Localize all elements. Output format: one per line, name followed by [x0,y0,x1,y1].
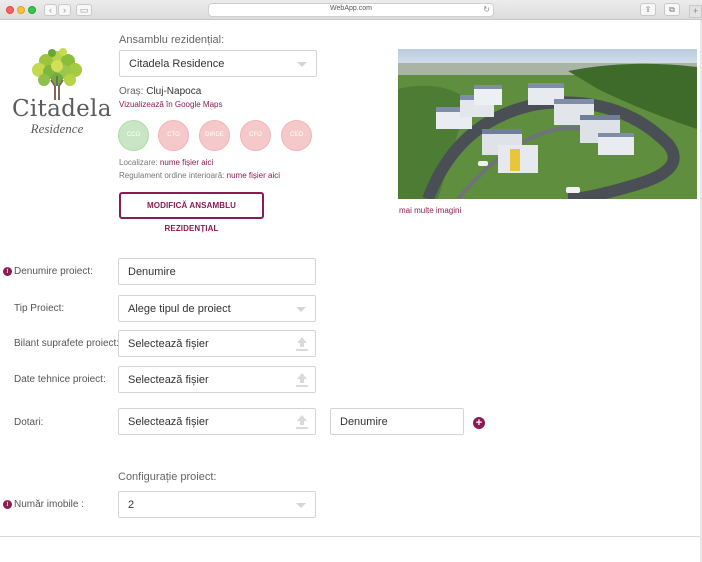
ensemble-select-value: Citadela Residence [129,58,225,70]
project-name-label: Denumire proiect: [14,266,93,277]
location-file-link[interactable]: nume fișier aici [160,158,213,167]
config-heading: Configurație proiect: [118,471,217,483]
brand-logo: Citadela Residence [12,44,112,138]
upload-icon[interactable] [295,414,309,430]
footer-divider [0,536,700,537]
project-type-label: Tip Proiect: [14,303,65,314]
brand-name: Citadela [12,96,112,122]
share-icon[interactable]: ⇪ [640,3,656,16]
back-button[interactable]: ‹ [44,4,57,16]
address-bar[interactable]: WebApp.com ↻ [208,3,494,17]
buildings-count-value: 2 [128,499,135,511]
info-icon[interactable]: i [3,267,12,276]
energy-badge-cto: CTO [158,120,189,151]
chevron-down-icon [296,307,306,312]
tree-logo-icon [32,48,82,100]
upload-icon[interactable] [295,372,309,388]
more-images-link[interactable]: mai multe imagini [399,206,461,215]
energy-badge-ceo: CEO [281,120,312,151]
google-maps-link[interactable]: Vizualizează în Google Maps [119,100,222,109]
project-type-select[interactable]: Alege tipul de proiect [118,295,316,322]
new-tab-button[interactable]: + [689,5,702,18]
energy-badge-cco: CCO [118,120,149,151]
energy-badge-dirde: DIRDE [199,120,230,151]
browser-toolbar: ‹ › ▭ WebApp.com ↻ ⇪ ⧉ + [0,0,702,20]
sidebar-toggle-icon[interactable]: ▭ [76,4,92,16]
project-name-placeholder: Denumire [128,266,176,278]
surface-balance-file-input[interactable]: Selectează fișier [118,330,316,357]
reload-icon[interactable]: ↻ [483,5,490,14]
energy-badge-cfo: CFO [240,120,271,151]
buildings-count-label: Număr imobile : [14,499,85,510]
city-label: Oraș: [119,86,144,97]
zoom-window-button[interactable] [28,6,36,14]
chevron-down-icon [296,503,306,508]
surface-balance-label: Bilant suprafete proiect: [14,338,120,349]
amenities-label: Dotari: [14,417,44,428]
close-window-button[interactable] [6,6,14,14]
location-line: Localizare: nume fișier aici [119,158,213,167]
tabs-overview-icon[interactable]: ⧉ [664,3,680,16]
residence-aerial-image [398,49,697,199]
rules-line: Regulament ordine interioară: nume fișie… [119,171,280,180]
tech-data-file-input[interactable]: Selectează fișier [118,366,316,393]
add-amenity-button[interactable]: + [473,417,485,429]
amenity-name-placeholder: Denumire [340,416,388,428]
amenity-name-input[interactable]: Denumire [330,408,464,435]
rules-label: Regulament ordine interioară: [119,171,225,180]
project-name-input[interactable]: Denumire [118,258,316,285]
info-icon[interactable]: i [3,500,12,509]
city-value: Cluj-Napoca [146,86,202,97]
location-label: Localizare: [119,158,158,167]
address-url: WebApp.com [330,5,372,12]
rules-file-link[interactable]: nume fișier aici [227,171,280,180]
buildings-count-select[interactable]: 2 [118,491,316,518]
forward-button[interactable]: › [58,4,71,16]
ensemble-photo[interactable] [398,49,697,199]
amenities-file-value: Selectează fișier [128,416,209,428]
chevron-down-icon [297,62,307,67]
tech-data-label: Date tehnice proiect: [14,374,106,385]
modify-ensemble-button[interactable]: MODIFICĂ ANSAMBLU REZIDENȚIAL [119,192,264,233]
minimize-window-button[interactable] [17,6,25,14]
brand-subtitle: Residence [30,121,84,136]
upload-icon[interactable] [295,336,309,352]
surface-balance-value: Selectează fișier [128,338,209,350]
ensemble-select[interactable]: Citadela Residence [119,50,317,77]
ensemble-label: Ansamblu rezidențial: [119,34,225,46]
city-row: Oraș: Cluj-Napoca [119,86,201,97]
project-type-value: Alege tipul de proiect [128,303,231,315]
plus-circle-icon: + [475,417,483,429]
amenities-file-input[interactable]: Selectează fișier [118,408,316,435]
tech-data-value: Selectează fișier [128,374,209,386]
